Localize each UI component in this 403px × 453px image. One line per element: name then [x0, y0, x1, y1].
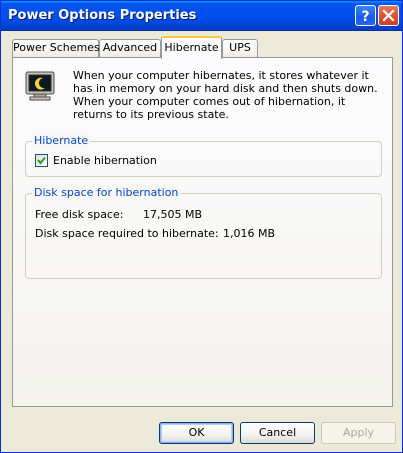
- hibernate-panel: When your computer hibernates, it stores…: [12, 57, 393, 407]
- disk-space-group-title: Disk space for hibernation: [32, 186, 181, 199]
- hibernate-monitor-icon: [25, 71, 55, 101]
- apply-button[interactable]: Apply: [321, 422, 396, 444]
- tab-power-schemes[interactable]: Power Schemes: [12, 39, 100, 57]
- free-disk-space-value: 17,505 MB: [143, 208, 203, 221]
- close-button[interactable]: [378, 5, 399, 26]
- close-icon: [382, 9, 395, 22]
- cancel-button[interactable]: Cancel: [240, 422, 315, 444]
- tab-hibernate-label: Hibernate: [164, 41, 219, 54]
- enable-hibernation-checkbox[interactable]: [35, 154, 48, 167]
- svg-text:?: ?: [361, 9, 369, 25]
- tab-hibernate[interactable]: Hibernate: [161, 36, 222, 59]
- hibernate-group-title: Hibernate: [32, 134, 91, 147]
- window-title: Power Options Properties: [8, 8, 197, 23]
- ok-button[interactable]: OK: [159, 422, 234, 444]
- free-disk-space-label: Free disk space:: [35, 208, 124, 221]
- checkmark-icon: [37, 156, 46, 165]
- tab-ups[interactable]: UPS: [222, 39, 258, 57]
- help-icon: ?: [361, 9, 369, 25]
- tab-advanced[interactable]: Advanced: [99, 39, 161, 57]
- tab-ups-label: UPS: [229, 41, 251, 54]
- disk-space-group: Disk space for hibernation Free disk spa…: [25, 186, 382, 279]
- hibernate-group: Hibernate Enable hibernation: [25, 134, 382, 177]
- tab-advanced-label: Advanced: [102, 41, 158, 54]
- enable-hibernation-label[interactable]: Enable hibernation: [53, 154, 157, 167]
- hibernate-description: When your computer hibernates, it stores…: [73, 69, 378, 121]
- tab-power-schemes-label: Power Schemes: [13, 41, 100, 54]
- power-options-window: Power Options Properties ? Power Schemes…: [0, 0, 403, 453]
- help-button[interactable]: ?: [355, 5, 376, 26]
- required-disk-space-label: Disk space required to hibernate:: [35, 227, 219, 240]
- title-bar[interactable]: Power Options Properties ?: [1, 1, 402, 31]
- required-disk-space-value: 1,016 MB: [223, 227, 276, 240]
